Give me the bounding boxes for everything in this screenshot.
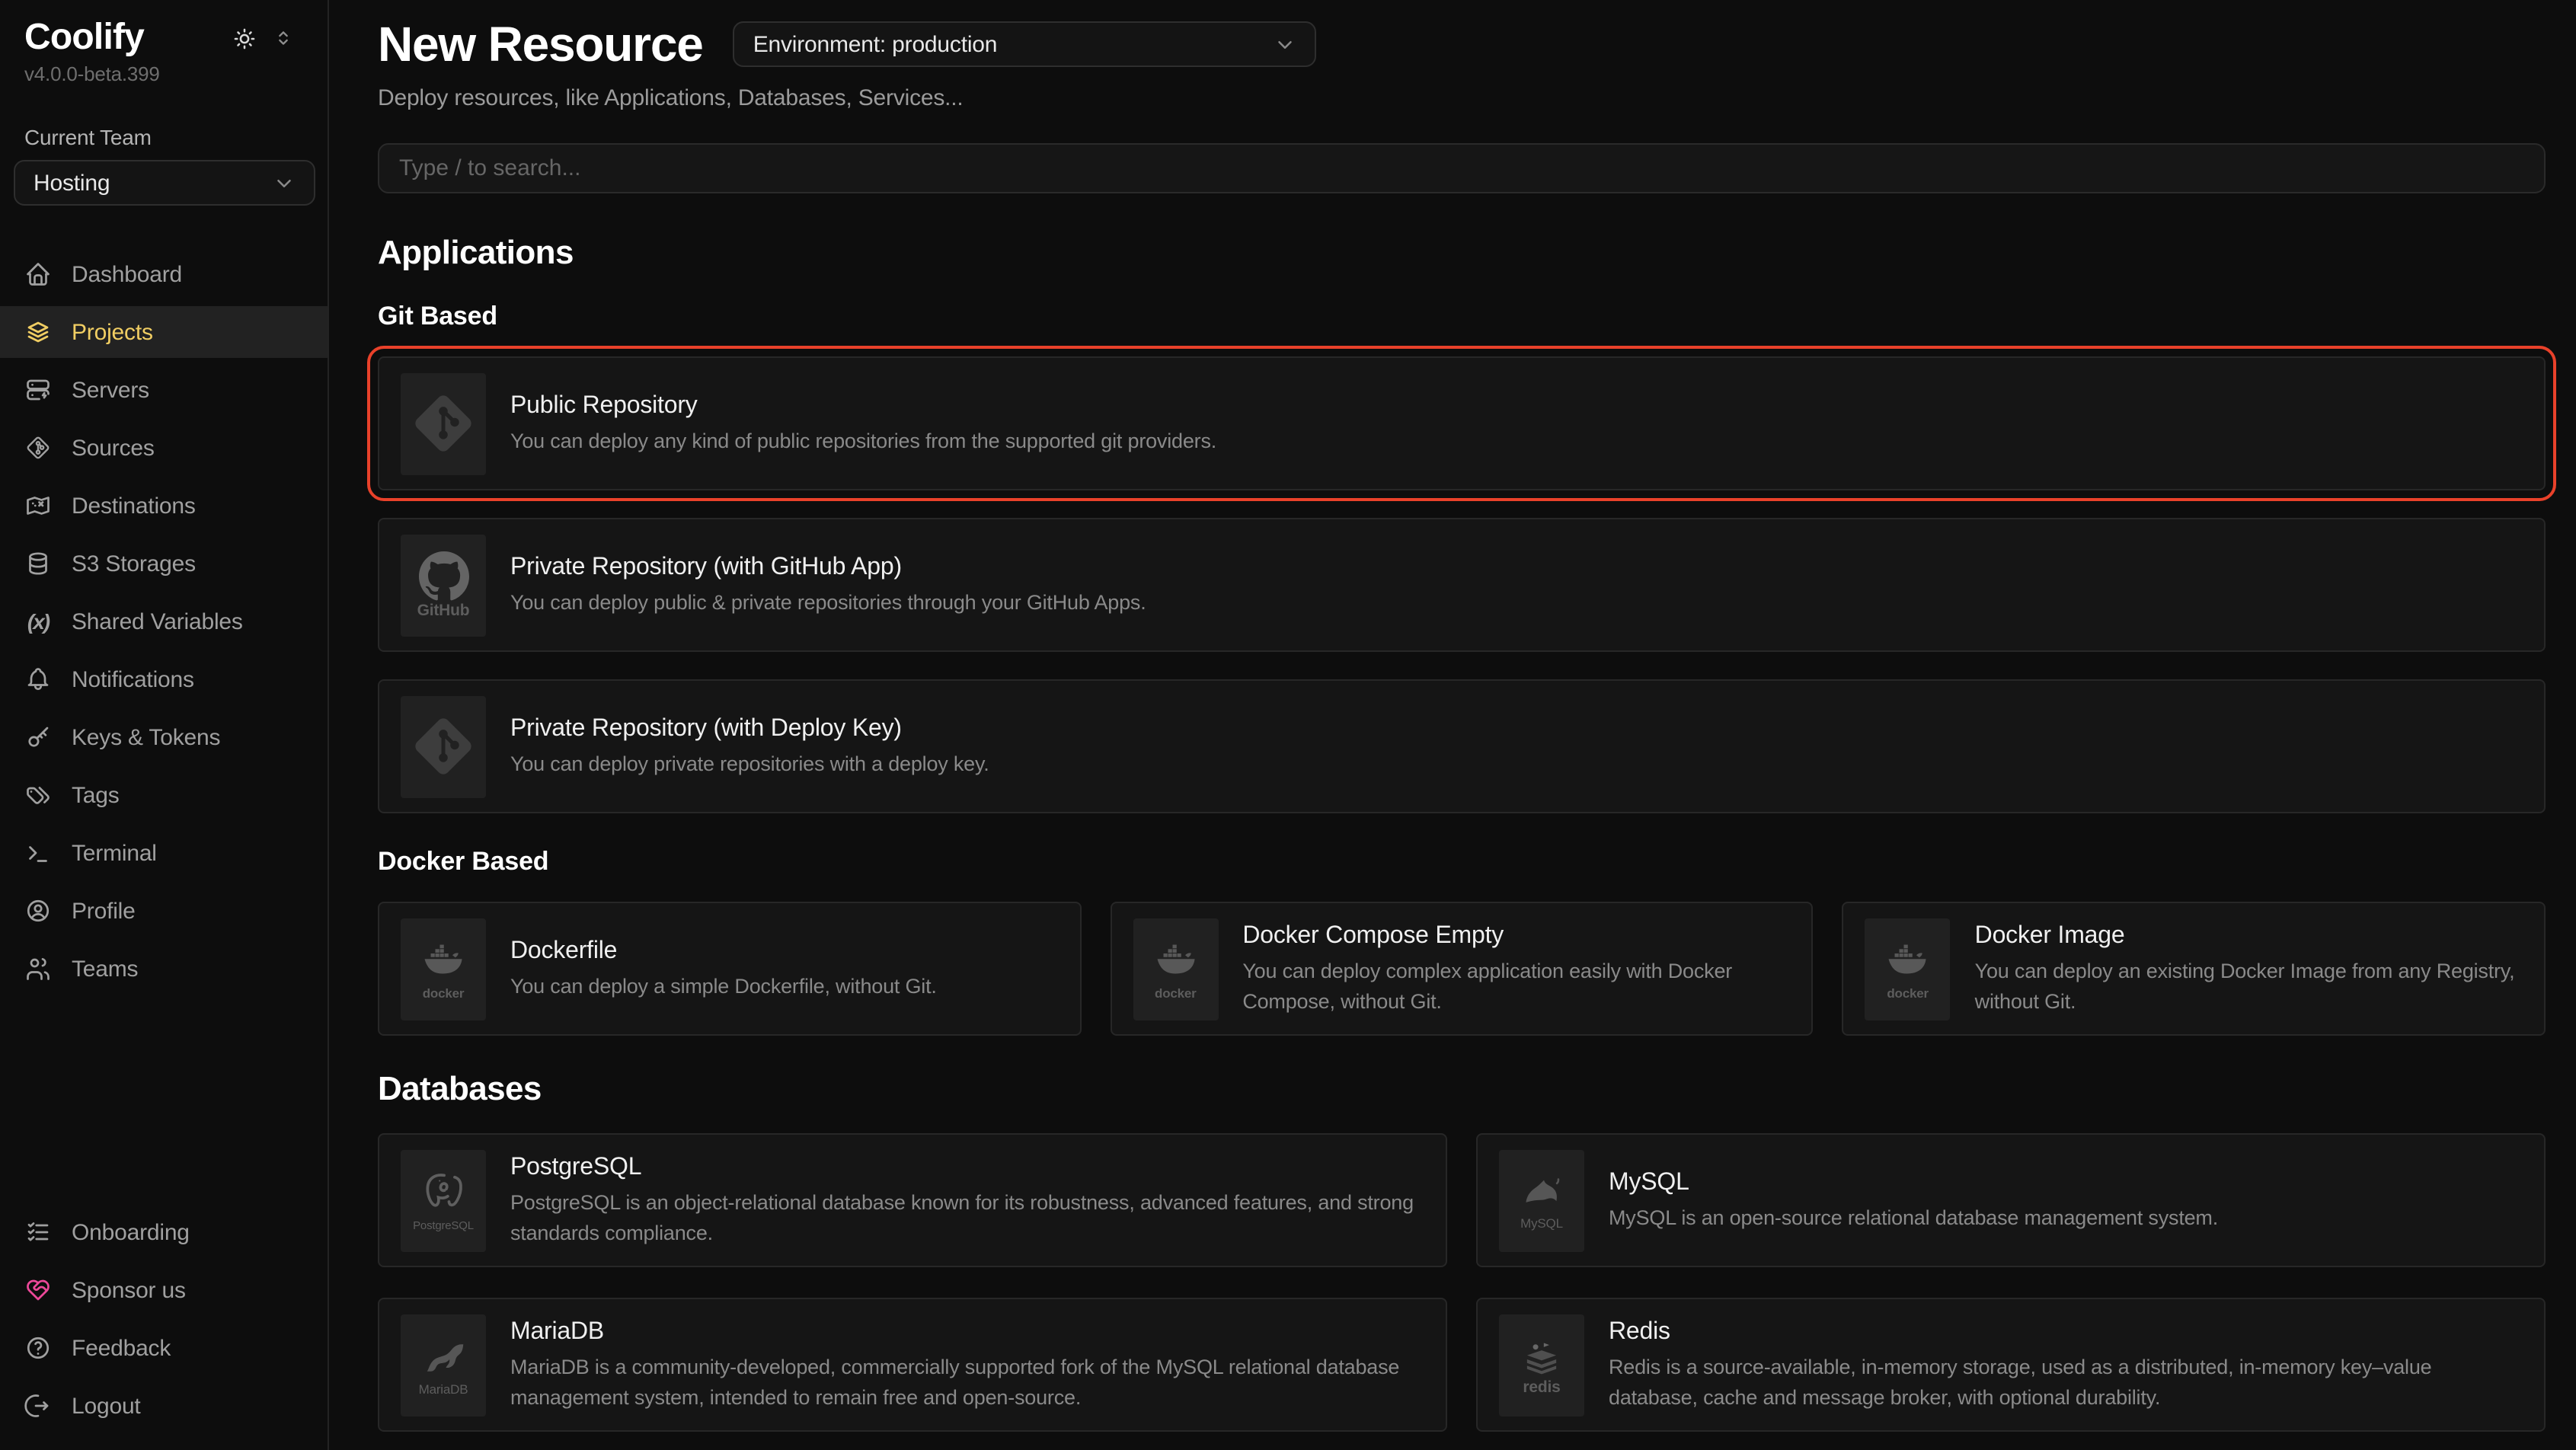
resource-card-public-repository[interactable]: Public Repository You can deploy any kin…: [378, 356, 2546, 490]
resource-card-mysql[interactable]: MySQL MySQL MySQL is an open-source rela…: [1476, 1133, 2546, 1267]
git-based-heading: Git Based: [378, 300, 2546, 334]
app-version: v4.0.0-beta.399: [24, 62, 328, 85]
sidebar-nav: Dashboard Projects Servers Sources Desti…: [0, 248, 328, 1001]
git-logo-icon: [401, 695, 486, 797]
server-icon: [24, 376, 52, 404]
search-input[interactable]: [378, 143, 2546, 193]
page-title: New Resource: [378, 15, 703, 73]
mariadb-logo-icon: MariaDB: [401, 1314, 486, 1416]
resource-card-postgresql[interactable]: PostgreSQL PostgreSQL PostgreSQL is an o…: [378, 1133, 1447, 1267]
git-logo-icon: [401, 372, 486, 474]
selector-updown-icon[interactable]: [273, 27, 294, 49]
sidebar-item-terminal[interactable]: Terminal: [0, 827, 328, 879]
resource-card-private-repository-deploy-key[interactable]: Private Repository (with Deploy Key) You…: [378, 679, 2546, 813]
app-logo: Coolify: [24, 17, 144, 59]
sidebar-item-dashboard[interactable]: Dashboard: [0, 248, 328, 300]
postgresql-logo-icon: PostgreSQL: [401, 1149, 486, 1251]
help-circle-icon: [24, 1334, 52, 1362]
page-subtitle: Deploy resources, like Applications, Dat…: [378, 85, 2546, 111]
main-content: New Resource Environment: production Dep…: [329, 0, 2576, 1450]
sidebar-item-shared-variables[interactable]: (x) Shared Variables: [0, 596, 328, 647]
git-based-cards: Public Repository You can deploy any kin…: [378, 356, 2546, 813]
key-icon: [24, 723, 52, 751]
bell-icon: [24, 666, 52, 693]
logout-icon: [24, 1392, 52, 1420]
sidebar-item-onboarding[interactable]: Onboarding: [0, 1206, 328, 1258]
redis-logo-icon: redis: [1499, 1314, 1584, 1416]
github-logo-icon: GitHub: [401, 534, 486, 636]
resource-card-docker-compose-empty[interactable]: docker Docker Compose Empty You can depl…: [1110, 902, 1813, 1036]
sidebar-item-sponsor-us[interactable]: Sponsor us: [0, 1264, 328, 1316]
checklist-icon: [24, 1218, 52, 1246]
docker-based-heading: Docker Based: [378, 845, 2546, 879]
resource-card-dockerfile[interactable]: docker Dockerfile You can deploy a simpl…: [378, 902, 1081, 1036]
terminal-icon: [24, 839, 52, 867]
current-team-label: Current Team: [24, 125, 328, 149]
variable-icon: (x): [24, 608, 52, 635]
user-circle-icon: [24, 897, 52, 925]
sidebar-item-logout[interactable]: Logout: [0, 1380, 328, 1432]
docker-logo-icon: docker: [401, 918, 486, 1020]
sidebar-item-tags[interactable]: Tags: [0, 769, 328, 821]
tags-icon: [24, 781, 52, 809]
map-icon: [24, 492, 52, 519]
sidebar-footer-nav: Onboarding Sponsor us Feedback Logout: [0, 1206, 328, 1438]
sidebar-item-s3-storages[interactable]: S3 Storages: [0, 538, 328, 589]
database-cards: PostgreSQL PostgreSQL PostgreSQL is an o…: [378, 1133, 2546, 1432]
mysql-logo-icon: MySQL: [1499, 1149, 1584, 1251]
database-icon: [24, 550, 52, 577]
heart-handshake-icon: [24, 1276, 52, 1304]
coolify-app: Coolify v4.0.0-beta.399 Current Team Hos…: [0, 0, 2576, 1450]
sidebar-item-profile[interactable]: Profile: [0, 885, 328, 937]
users-icon: [24, 955, 52, 982]
sidebar-item-keys-tokens[interactable]: Keys & Tokens: [0, 711, 328, 763]
sidebar-item-servers[interactable]: Servers: [0, 364, 328, 416]
resource-card-mariadb[interactable]: MariaDB MariaDB MariaDB is a community-d…: [378, 1298, 1447, 1432]
sidebar-item-teams[interactable]: Teams: [0, 943, 328, 995]
sidebar-item-notifications[interactable]: Notifications: [0, 653, 328, 705]
sidebar-item-destinations[interactable]: Destinations: [0, 480, 328, 532]
sidebar: Coolify v4.0.0-beta.399 Current Team Hos…: [0, 0, 329, 1450]
databases-heading: Databases: [378, 1069, 2546, 1109]
sidebar-item-projects[interactable]: Projects: [0, 306, 328, 358]
chevron-down-icon: [273, 171, 296, 194]
resource-card-docker-image[interactable]: docker Docker Image You can deploy an ex…: [1843, 902, 2546, 1036]
git-branch-icon: [24, 434, 52, 462]
docker-logo-icon: docker: [1133, 918, 1218, 1020]
home-icon: [24, 260, 52, 288]
resource-card-private-repository-github-app[interactable]: GitHub Private Repository (with GitHub A…: [378, 518, 2546, 652]
theme-sun-icon[interactable]: [232, 25, 257, 51]
sidebar-item-feedback[interactable]: Feedback: [0, 1322, 328, 1374]
sidebar-item-sources[interactable]: Sources: [0, 422, 328, 474]
layers-icon: [24, 318, 52, 346]
applications-heading: Applications: [378, 233, 2546, 273]
resource-card-redis[interactable]: redis Redis Redis is a source-available,…: [1476, 1298, 2546, 1432]
docker-based-cards: docker Dockerfile You can deploy a simpl…: [378, 902, 2546, 1036]
chevron-down-icon: [1274, 33, 1297, 56]
environment-select[interactable]: Environment: production: [733, 21, 1317, 67]
docker-logo-icon: docker: [1865, 918, 1951, 1020]
team-select[interactable]: Hosting: [14, 160, 315, 206]
